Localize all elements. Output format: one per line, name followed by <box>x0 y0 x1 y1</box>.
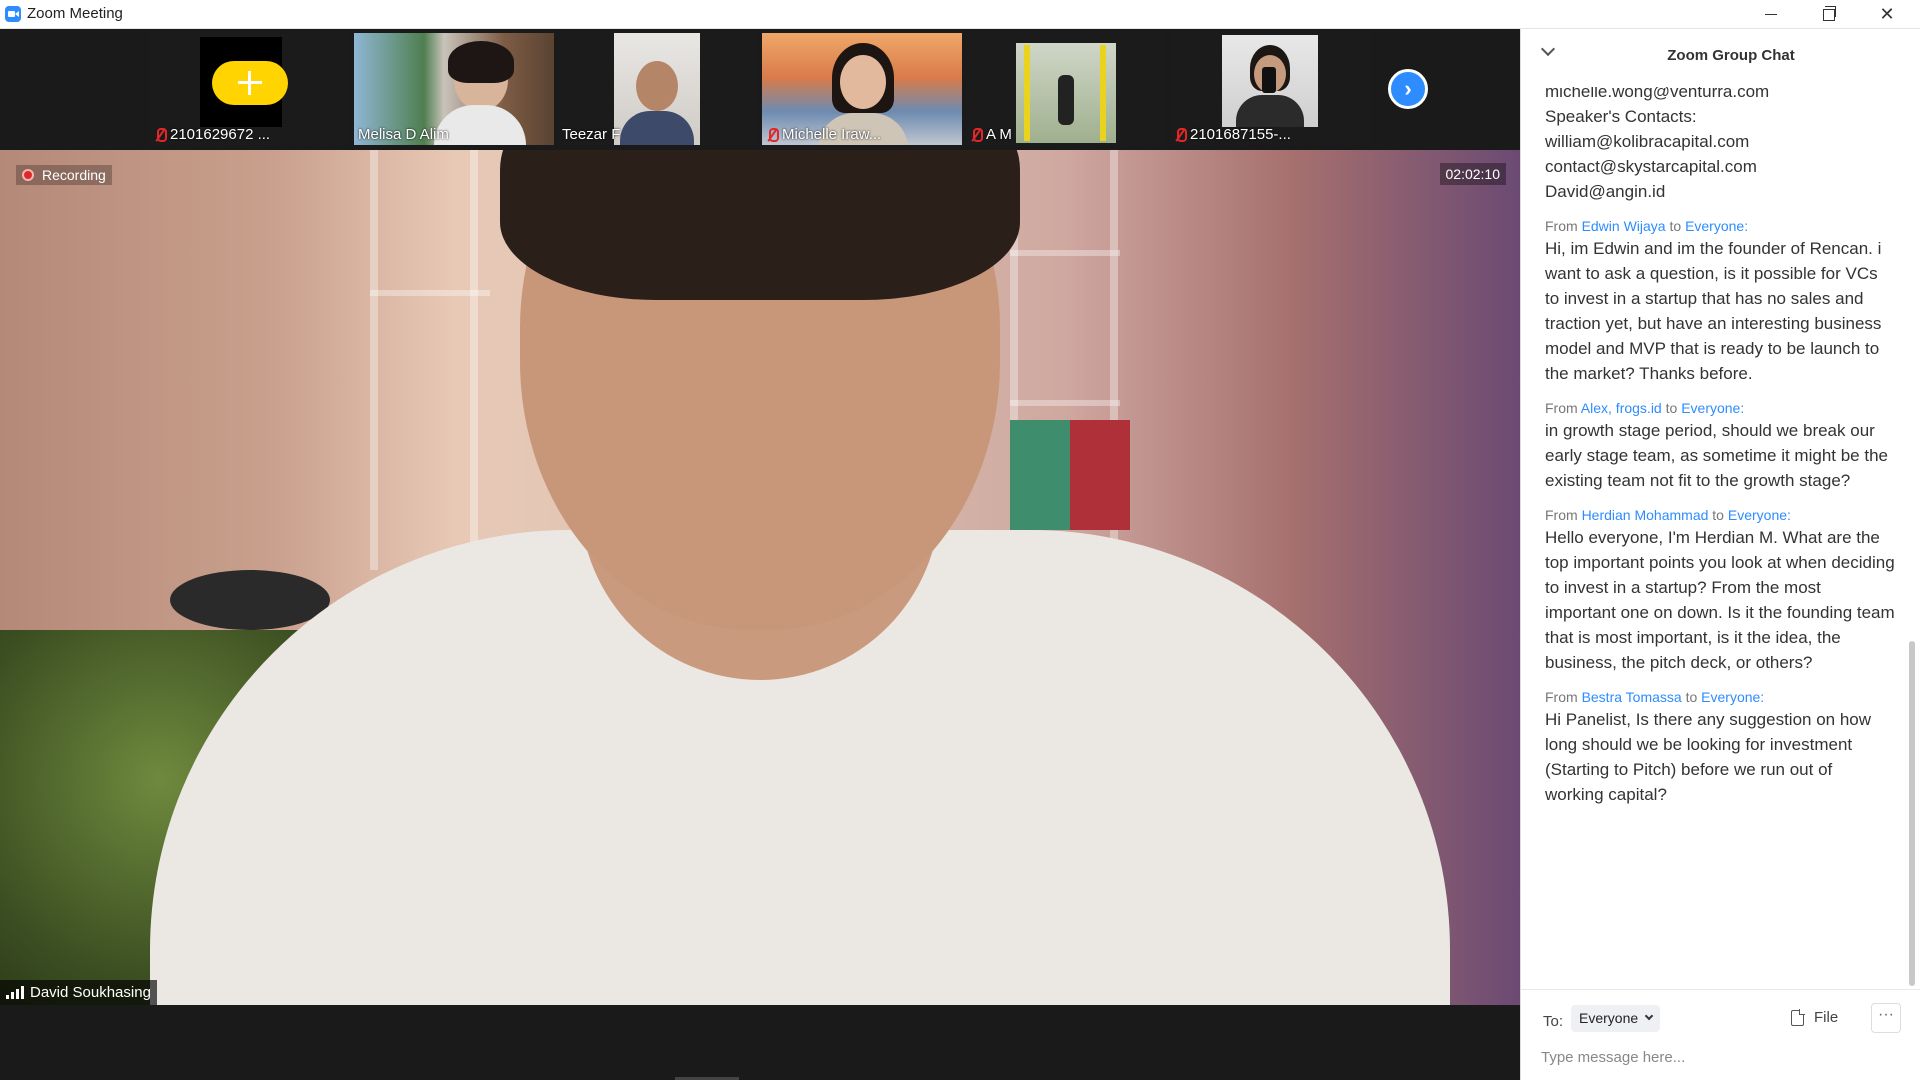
participant-tile[interactable]: A M <box>966 33 1166 145</box>
message-input[interactable] <box>1541 1042 1901 1072</box>
chat-message: From Edwin Wijaya to Everyone: Hi, im Ed… <box>1545 216 1895 386</box>
lamp <box>170 570 330 630</box>
speaker-hair <box>500 150 1020 300</box>
next-page-button[interactable]: › <box>1388 69 1428 109</box>
chevron-right-icon: › <box>1404 76 1412 101</box>
chat-message-text: in growth stage period, should we break … <box>1545 421 1888 490</box>
participant-strip: 2101629672 ... Melisa D Alim Teezar F Mi… <box>0 29 1520 150</box>
phone-icon <box>1262 67 1276 93</box>
binder <box>1010 420 1070 530</box>
participant-name: Michelle Iraw... <box>782 126 882 143</box>
mic-muted-icon <box>154 127 167 143</box>
chat-footer: To: Everyone File ··· <box>1521 989 1920 1080</box>
recipient-value: Everyone <box>1579 1010 1639 1026</box>
mic-muted-icon <box>970 127 983 143</box>
more-options-button[interactable]: ··· <box>1871 1003 1901 1033</box>
chat-message: From Herdian Mohammad to Everyone: Hello… <box>1545 505 1895 675</box>
speaker-name-label: David Soukhasing <box>0 980 157 1005</box>
participant-name: Teezar F <box>562 126 621 143</box>
title-bar: Zoom Meeting ✕ <box>0 0 1920 29</box>
participant-figure <box>1058 75 1074 125</box>
zoom-app-icon <box>5 6 21 22</box>
sender-name[interactable]: Herdian Mohammad <box>1582 507 1709 523</box>
close-button[interactable]: ✕ <box>1858 0 1916 29</box>
window-title: Zoom Meeting <box>27 5 123 22</box>
chat-message-text: Hello everyone, I'm Herdian M. What are … <box>1545 528 1895 672</box>
active-speaker-video[interactable]: Recording 02:02:10 David Soukhasing <box>0 150 1520 1005</box>
chat-messages[interactable]: michelle.wong@venturra.com Speaker's Con… <box>1545 87 1895 987</box>
minimize-button[interactable] <box>1742 0 1800 29</box>
chat-message: From Alex, frogs.id to Everyone: in grow… <box>1545 398 1895 493</box>
recipient-name[interactable]: Everyone: <box>1728 507 1791 523</box>
participant-face <box>636 61 678 111</box>
participant-tile[interactable]: Michelle Iraw... <box>762 33 962 145</box>
speaker-name: David Soukhasing <box>30 984 151 1001</box>
recipient-select[interactable]: Everyone <box>1571 1005 1661 1032</box>
sender-name[interactable]: Alex, frogs.id <box>1581 400 1662 416</box>
maximize-button[interactable] <box>1800 0 1858 29</box>
minimize-icon <box>1765 14 1777 15</box>
meeting-controls-area <box>0 1005 1520 1080</box>
recipient-name[interactable]: Everyone: <box>1701 689 1764 705</box>
mic-muted-icon <box>766 127 779 143</box>
recipient-name[interactable]: Everyone: <box>1681 400 1744 416</box>
file-icon <box>1791 1008 1805 1026</box>
binder <box>1070 420 1130 530</box>
to-label: To: <box>1543 1013 1564 1030</box>
participant-name: 2101687155-... <box>1190 126 1291 143</box>
chat-header: Zoom Group Chat <box>1521 29 1920 81</box>
participant-name: 2101629672 ... <box>170 126 271 143</box>
chat-message: From Bestra Tomassa to Everyone: Hi Pane… <box>1545 687 1895 807</box>
participant-name: Melisa D Alim <box>358 126 449 143</box>
avatar <box>212 61 288 105</box>
participant-tile[interactable]: Melisa D Alim <box>354 33 554 145</box>
participant-face <box>840 55 886 109</box>
mic-muted-icon <box>1174 127 1187 143</box>
meeting-timer: 02:02:10 <box>1439 163 1506 185</box>
chat-title: Zoom Group Chat <box>1667 47 1795 64</box>
chat-panel: Zoom Group Chat michelle.wong@venturra.c… <box>1520 29 1920 1080</box>
chevron-down-icon <box>1644 1011 1654 1021</box>
recipient-name[interactable]: Everyone: <box>1685 218 1748 234</box>
close-icon: ✕ <box>1879 4 1895 24</box>
chat-message-text: Hi Panelist, Is there any suggestion on … <box>1545 710 1872 804</box>
restore-icon <box>1823 5 1836 21</box>
chat-message-text: michelle.wong@venturra.com Speaker's Con… <box>1545 87 1770 201</box>
file-button[interactable]: File <box>1791 1008 1839 1026</box>
recording-indicator[interactable]: Recording <box>16 165 112 185</box>
signal-strength-icon <box>6 986 24 999</box>
participant-tile[interactable]: 2101629672 ... <box>150 33 350 145</box>
participant-name: A M <box>986 126 1012 143</box>
record-icon <box>22 169 34 181</box>
sender-name[interactable]: Edwin Wijaya <box>1582 218 1666 234</box>
chat-message-text: Hi, im Edwin and im the founder of Renca… <box>1545 239 1882 383</box>
chat-scrollbar[interactable] <box>1909 641 1915 986</box>
recording-label: Recording <box>42 167 106 183</box>
participant-tile[interactable]: Teezar F <box>558 33 758 145</box>
sender-name[interactable]: Bestra Tomassa <box>1582 689 1682 705</box>
participant-tile[interactable]: 2101687155-... <box>1170 33 1370 145</box>
file-label: File <box>1814 1009 1839 1026</box>
